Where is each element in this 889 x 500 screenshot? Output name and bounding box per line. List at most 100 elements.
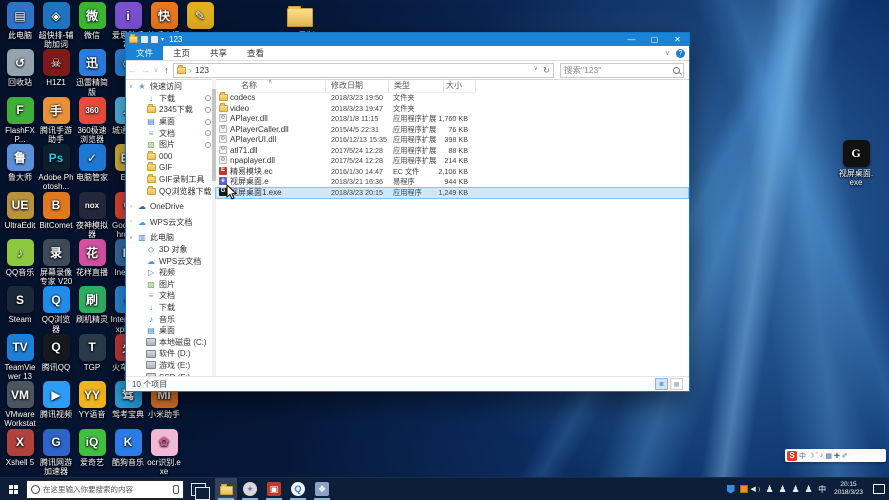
desktop-icon[interactable]: K 酷狗音乐 xyxy=(110,428,146,467)
nav-item[interactable]: ↓ 下载 xyxy=(126,93,216,105)
qat-button-icon[interactable] xyxy=(141,36,148,43)
nav-item[interactable]: › ☁ OneDrive xyxy=(126,201,216,213)
qat-button-icon[interactable] xyxy=(151,36,158,43)
desktop-icon[interactable]: Q QQ浏览器 xyxy=(38,286,74,334)
speaker-icon[interactable]: ◀﹚ xyxy=(750,484,762,494)
tab-查看[interactable]: 查看 xyxy=(237,46,274,60)
desktop-icon[interactable]: UE UltraEdit xyxy=(2,191,38,230)
nav-item[interactable]: ▨ 图片 xyxy=(126,139,216,151)
start-button[interactable] xyxy=(0,478,26,500)
tab-共享[interactable]: 共享 xyxy=(200,46,237,60)
penguin-icon[interactable]: ♟ xyxy=(765,484,774,494)
microphone-icon[interactable] xyxy=(173,484,179,494)
desktop-icon[interactable]: 迅迅雷精简版 xyxy=(74,49,110,97)
penguin-icon[interactable]: ♟ xyxy=(804,484,813,494)
desktop-icon[interactable]: 刷刷机精灵 xyxy=(74,286,110,324)
sogou-tool-icon[interactable]: ▦ xyxy=(825,452,832,460)
desktop-icon[interactable]: 微微信 xyxy=(74,2,110,40)
sogou-logo[interactable]: S xyxy=(787,450,797,461)
qat-dropdown-icon[interactable]: ▾ xyxy=(161,36,164,43)
desktop-icon[interactable]: nox 夜神模拟器 xyxy=(74,191,110,239)
desktop-icon[interactable]: S Steam xyxy=(2,286,38,324)
nav-item[interactable]: QQ浏览器下载 xyxy=(126,185,216,197)
expander-icon[interactable]: › xyxy=(128,219,134,225)
nav-item[interactable]: ◇ 3D 对象 xyxy=(126,244,216,256)
tab-文件[interactable]: 文件 xyxy=(126,46,164,60)
taskbar-app-tool[interactable]: ❖ xyxy=(311,478,333,500)
nav-item[interactable]: ∨ ★ 快速访问 xyxy=(126,81,216,93)
taskbar-app-browser[interactable]: Q xyxy=(287,478,309,500)
desktop-icon[interactable]: B BitComet xyxy=(38,191,74,230)
taskbar-file-explorer[interactable] xyxy=(215,478,237,500)
sogou-tool-icon[interactable]: 中 xyxy=(799,451,806,461)
recent-locations-icon[interactable]: ∨ xyxy=(152,66,160,74)
desktop-icon[interactable]: ✿ ocr识别.exe xyxy=(146,428,182,476)
search-icon[interactable] xyxy=(673,66,680,74)
column-header-2[interactable]: 修改日期 xyxy=(326,79,389,92)
desktop-icon[interactable]: 花花样直播 xyxy=(74,239,110,277)
nav-item[interactable]: › ☁ WPS云文档 xyxy=(126,217,216,229)
nav-item[interactable]: GIF xyxy=(126,162,216,174)
expander-icon[interactable]: ∨ xyxy=(128,83,134,90)
taskbar-app-assistant[interactable]: ✦ xyxy=(239,478,261,500)
up-button[interactable]: ↑ xyxy=(160,65,173,75)
title-bar[interactable]: ▾ 123 — ▢ ✕ xyxy=(126,33,689,46)
file-row[interactable]: ⚙ APlayer.dll 2018/1/8 11:15 应用程序扩展 1,760 KB xyxy=(216,114,478,125)
file-row[interactable]: ⚙ atl71.dll 2017/5/24 12:28 应用程序扩展 88 KB xyxy=(216,145,478,157)
details-view-button[interactable]: ≣ xyxy=(655,378,668,390)
desktop-icon[interactable]: ↺ 回收站 xyxy=(2,49,38,87)
ribbon-collapse-icon[interactable]: ∨ xyxy=(665,49,670,57)
file-row[interactable]: e 视屏桌面.e 2018/3/21 16:36 易程序 944 KB xyxy=(216,177,478,188)
sogou-tool-icon[interactable]: ✐ xyxy=(842,452,848,460)
desktop-icon[interactable]: ☠ H1Z1 xyxy=(38,49,74,87)
nav-item[interactable]: ↓ 下载 xyxy=(126,302,216,314)
nav-item[interactable]: ∨ ▥ 此电脑 xyxy=(126,232,216,244)
search-input[interactable]: 搜索"123" xyxy=(560,62,684,78)
sogou-tool-icon[interactable]: ♪ xyxy=(820,452,824,459)
action-center-icon[interactable] xyxy=(873,484,885,494)
shield-icon[interactable] xyxy=(726,484,735,494)
penguin-icon[interactable]: ♟ xyxy=(791,484,800,494)
desktop-icon[interactable]: G 腾讯网游加速器 xyxy=(38,428,74,476)
nav-item[interactable]: GIF录制工具 xyxy=(126,174,216,186)
desktop-icon[interactable]: ▶ 腾讯视频 xyxy=(38,381,74,419)
nav-item[interactable]: ▨ 图片 xyxy=(126,279,216,291)
desktop-icon[interactable]: X Xshell 5 xyxy=(2,428,38,467)
sogou-tool-icon[interactable]: ✚ xyxy=(834,452,840,460)
nav-item[interactable]: 本地磁盘 (C:) xyxy=(126,336,216,348)
maximize-button[interactable]: ▢ xyxy=(643,33,666,46)
expander-icon[interactable]: ∨ xyxy=(128,234,134,241)
taskbar-clock[interactable]: 20:15 2018/3/23 xyxy=(834,481,863,497)
sogou-tool-icon[interactable]: ☽ xyxy=(808,452,814,460)
refresh-icon[interactable]: ↻ xyxy=(543,65,550,76)
desktop-icon[interactable]: 鲁鲁大师 xyxy=(2,144,38,182)
file-row[interactable]: ⚙ APlayerCaller.dll 2015/4/5 22:31 应用程序扩展 76… xyxy=(216,124,478,136)
close-button[interactable]: ✕ xyxy=(666,33,689,46)
desktop-icon[interactable]: Q 腾讯QQ xyxy=(38,333,74,372)
nav-item[interactable]: 软件 (D:) xyxy=(126,348,216,360)
desktop-icon[interactable]: YY YY语音 xyxy=(74,381,110,419)
desktop-icon[interactable]: TV TeamViewer 13 xyxy=(2,333,38,381)
desktop-icon[interactable]: 手腾讯手游助手 xyxy=(38,96,74,144)
desktop-icon[interactable]: ◈ 超快排-辅助加词 xyxy=(38,2,74,49)
file-row[interactable]: codecs 2018/3/23 19:50 文件夹 xyxy=(216,92,478,104)
desktop-icon[interactable]: F FlashFXP... xyxy=(2,96,38,144)
file-row[interactable]: G 视屏桌面1.exe 2018/3/23 20:15 应用程序 1,249 KB xyxy=(215,186,689,199)
desktop-icon[interactable]: ♪ QQ音乐 xyxy=(2,239,38,277)
column-header-1[interactable]: 名称 ∧ xyxy=(216,79,326,92)
nav-item[interactable]: ≡ 文档 xyxy=(126,127,216,139)
desktop-icon[interactable]: T TGP xyxy=(74,333,110,372)
nav-item[interactable]: 游戏 (E:) xyxy=(126,360,216,372)
nav-item[interactable]: ▤ 桌面 xyxy=(126,325,216,337)
quick-access-toolbar[interactable]: ▾ xyxy=(129,34,164,43)
taskbar-search-input[interactable]: 在这里输入你要搜索的内容 xyxy=(26,479,184,499)
desktop-icon[interactable]: ▤ 此电脑 xyxy=(2,2,38,40)
sogou-input-bar[interactable]: S 中 ☽’ ♪ ▦ ✚ ✐ xyxy=(785,449,886,462)
column-header-4[interactable]: 大小 xyxy=(444,79,476,92)
file-row[interactable]: video 2018/3/23 19:47 文件夹 xyxy=(216,102,478,115)
orange-icon[interactable] xyxy=(739,484,748,494)
address-bar[interactable]: › 123 ∨ ↻ xyxy=(173,62,554,78)
desktop-icon[interactable]: Ps Adobe Photosh... xyxy=(38,144,74,191)
tab-主页[interactable]: 主页 xyxy=(163,46,200,60)
minimize-button[interactable]: — xyxy=(620,33,643,46)
